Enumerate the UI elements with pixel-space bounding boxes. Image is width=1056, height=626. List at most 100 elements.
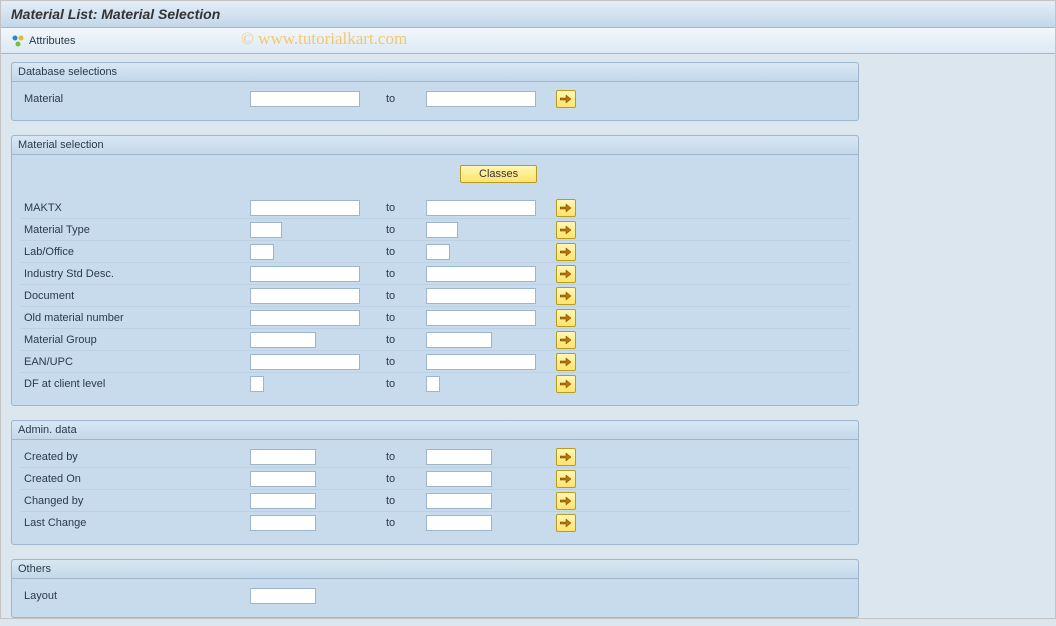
admin-field-multiselect-button[interactable] <box>556 492 576 510</box>
admin-field-from-input[interactable] <box>250 449 316 465</box>
arrow-right-icon <box>560 203 572 213</box>
group-header-admin: Admin. data <box>12 421 858 440</box>
material-multiselect-button[interactable] <box>556 90 576 108</box>
admin-field-multiselect-button[interactable] <box>556 470 576 488</box>
selection-field-to-input[interactable] <box>426 200 536 216</box>
admin-field-from-input[interactable] <box>250 515 316 531</box>
admin-field-row: Created by to <box>20 446 850 468</box>
selection-field-row: Old material numberto <box>20 307 850 329</box>
to-label: to <box>386 517 410 529</box>
selection-field-multiselect-button[interactable] <box>556 221 576 239</box>
classes-button[interactable]: Classes <box>460 165 537 183</box>
selection-field-to-input[interactable] <box>426 222 458 238</box>
arrow-right-icon <box>560 291 572 301</box>
arrow-right-icon <box>560 474 572 484</box>
selection-field-row: Industry Std Desc. to <box>20 263 850 285</box>
to-label: to <box>386 202 410 214</box>
selection-field-from-input[interactable] <box>250 376 264 392</box>
to-label: to <box>386 451 410 463</box>
to-label: to <box>386 378 410 390</box>
group-others: Others Layout <box>11 559 859 618</box>
selection-field-from-input[interactable] <box>250 332 316 348</box>
admin-field-label: Changed by <box>20 495 250 507</box>
selection-field-row: Lab/Officeto <box>20 241 850 263</box>
selection-field-label: Material Group <box>20 334 250 346</box>
admin-field-label: Created by <box>20 451 250 463</box>
admin-field-to-input[interactable] <box>426 449 492 465</box>
admin-field-to-input[interactable] <box>426 515 492 531</box>
selection-field-to-input[interactable] <box>426 310 536 326</box>
to-label: to <box>386 312 410 324</box>
admin-field-label: Last Change <box>20 517 250 529</box>
selection-field-row: Material Typeto <box>20 219 850 241</box>
material-to-input[interactable] <box>426 91 536 107</box>
layout-label: Layout <box>20 590 250 602</box>
admin-field-row: Changed by to <box>20 490 850 512</box>
admin-field-row: Created On to <box>20 468 850 490</box>
to-label: to <box>386 246 410 258</box>
row-material: Material to <box>20 88 850 110</box>
selection-field-label: Document <box>20 290 250 302</box>
arrow-right-icon <box>560 379 572 389</box>
selection-field-to-input[interactable] <box>426 244 450 260</box>
selection-field-multiselect-button[interactable] <box>556 265 576 283</box>
arrow-right-icon <box>560 496 572 506</box>
selection-field-multiselect-button[interactable] <box>556 309 576 327</box>
selection-field-multiselect-button[interactable] <box>556 331 576 349</box>
admin-field-to-input[interactable] <box>426 471 492 487</box>
group-admin-data: Admin. data Created bytoCreated OntoChan… <box>11 420 859 545</box>
selection-field-to-input[interactable] <box>426 288 536 304</box>
to-label: to <box>386 473 410 485</box>
selection-field-label: DF at client level <box>20 378 250 390</box>
to-label: to <box>386 495 410 507</box>
admin-field-from-input[interactable] <box>250 471 316 487</box>
selection-field-multiselect-button[interactable] <box>556 243 576 261</box>
selection-field-label: Industry Std Desc. <box>20 268 250 280</box>
group-material-selection: Material selection Classes MAKTXtoMateri… <box>11 135 859 406</box>
selection-field-multiselect-button[interactable] <box>556 199 576 217</box>
selection-field-row: EAN/UPC to <box>20 351 850 373</box>
arrow-right-icon <box>560 247 572 257</box>
selection-field-multiselect-button[interactable] <box>556 353 576 371</box>
group-database-selections: Database selections Material to <box>11 62 859 121</box>
selection-field-from-input[interactable] <box>250 310 360 326</box>
to-label: to <box>386 290 410 302</box>
admin-field-to-input[interactable] <box>426 493 492 509</box>
admin-field-multiselect-button[interactable] <box>556 514 576 532</box>
admin-field-multiselect-button[interactable] <box>556 448 576 466</box>
layout-input[interactable] <box>250 588 316 604</box>
selection-field-label: MAKTX <box>20 202 250 214</box>
selection-field-to-input[interactable] <box>426 266 536 282</box>
selection-field-to-input[interactable] <box>426 354 536 370</box>
group-header-others: Others <box>12 560 858 579</box>
selection-field-from-input[interactable] <box>250 354 360 370</box>
selection-field-from-input[interactable] <box>250 200 360 216</box>
arrow-right-icon <box>560 313 572 323</box>
to-label: to <box>386 356 410 368</box>
selection-field-from-input[interactable] <box>250 222 282 238</box>
arrow-right-icon <box>560 518 572 528</box>
admin-field-from-input[interactable] <box>250 493 316 509</box>
material-from-input[interactable] <box>250 91 360 107</box>
selection-field-multiselect-button[interactable] <box>556 375 576 393</box>
selection-field-multiselect-button[interactable] <box>556 287 576 305</box>
row-layout: Layout <box>20 585 850 607</box>
group-header-material-selection: Material selection <box>12 136 858 155</box>
arrow-right-icon <box>560 452 572 462</box>
attributes-icon <box>11 34 25 48</box>
attributes-button[interactable]: Attributes <box>7 34 79 48</box>
to-label: to <box>386 334 410 346</box>
selection-field-from-input[interactable] <box>250 244 274 260</box>
group-header-database: Database selections <box>12 63 858 82</box>
selection-field-to-input[interactable] <box>426 332 492 348</box>
selection-field-row: Material Group to <box>20 329 850 351</box>
attributes-label: Attributes <box>29 35 75 47</box>
selection-field-from-input[interactable] <box>250 266 360 282</box>
selection-field-label: EAN/UPC <box>20 356 250 368</box>
to-label: to <box>386 268 410 280</box>
admin-field-label: Created On <box>20 473 250 485</box>
selection-field-from-input[interactable] <box>250 288 360 304</box>
classes-row: Classes <box>20 161 850 197</box>
admin-field-row: Last Change to <box>20 512 850 534</box>
selection-field-to-input[interactable] <box>426 376 440 392</box>
